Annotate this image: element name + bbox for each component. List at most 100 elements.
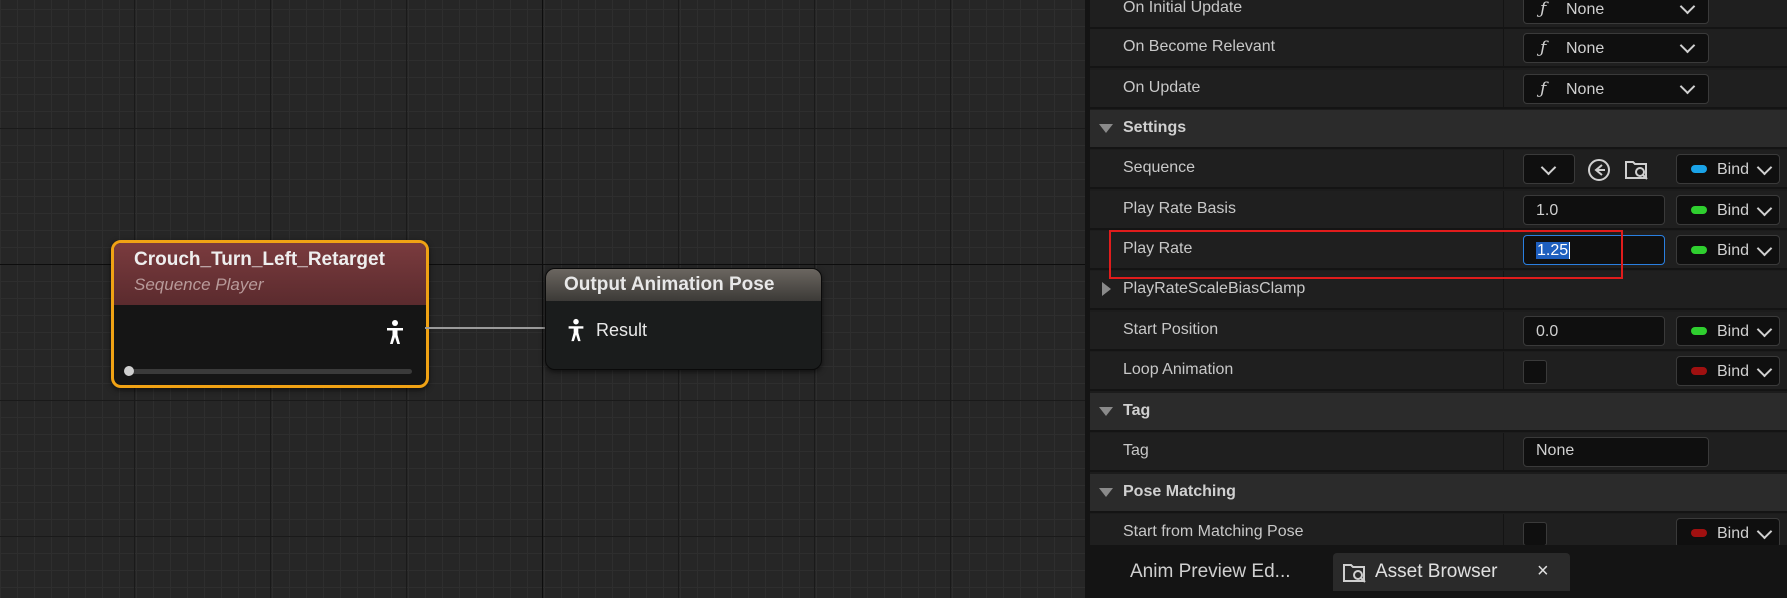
chevron-down-icon [1756,159,1773,176]
input-value: None [1536,442,1575,459]
chevron-down-icon [1679,0,1696,15]
column-divider[interactable] [1503,312,1504,351]
loop-animation-bind-button[interactable]: Bind [1676,356,1780,386]
pin-color-dot [1691,206,1707,214]
browse-asset-icon[interactable] [1624,157,1650,183]
section-pose-matching[interactable]: Pose Matching [1090,474,1787,513]
expand-arrow-icon[interactable] [1099,488,1113,497]
expand-arrow-icon[interactable] [1102,282,1111,296]
tab-label: Asset Browser [1375,561,1498,582]
on-update-combo[interactable]: ƒ None [1523,74,1709,104]
sequence-asset-picker[interactable] [1523,154,1575,184]
grid-axis-vertical [542,0,543,598]
column-divider[interactable] [1503,352,1504,391]
property-label: Play Rate Basis [1123,200,1236,217]
bind-label: Bind [1717,323,1750,340]
input-value: 0.0 [1536,323,1559,340]
text-caret [1569,242,1571,260]
loop-animation-checkbox[interactable] [1523,360,1547,384]
function-icon: ƒ [1540,0,1547,19]
expand-arrow-icon[interactable] [1099,124,1113,133]
pin-color-dot [1691,165,1707,173]
bind-label: Bind [1717,363,1750,380]
column-divider[interactable] [1503,433,1504,472]
node-header: Crouch_Turn_Left_Retarget Sequence Playe… [114,243,426,305]
node-title: Output Animation Pose [564,274,775,295]
row-sequence: Sequence Bind [1090,150,1787,189]
close-icon[interactable]: × [1537,560,1549,583]
start-position-bind-button[interactable]: Bind [1676,316,1780,346]
row-play-rate-basis: Play Rate Basis 1.0 Bind [1090,191,1787,230]
use-selected-arrow-icon[interactable] [1586,157,1612,183]
chevron-down-icon [1756,321,1773,338]
column-divider[interactable] [1503,29,1504,68]
section-tag[interactable]: Tag [1090,393,1787,432]
property-label: On Initial Update [1123,0,1243,16]
tab-anim-preview-editor[interactable]: Anim Preview Ed... [1090,553,1328,591]
node-title: Crouch_Turn_Left_Retarget [134,249,385,270]
pose-connection-wire [425,327,546,329]
pin-color-dot [1691,367,1707,375]
input-value-wrapper: 1.25 [1536,242,1571,260]
tab-asset-browser[interactable]: Asset Browser × [1333,553,1570,591]
function-icon: ƒ [1540,38,1547,58]
pin-color-dot [1691,246,1707,254]
expand-arrow-icon[interactable] [1099,407,1113,416]
anim-graph-canvas[interactable]: Crouch_Turn_Left_Retarget Sequence Playe… [0,0,1085,598]
input-value: 1.0 [1536,202,1559,219]
pose-input-pin-icon[interactable] [564,317,588,343]
row-play-rate: Play Rate 1.25 Bind [1090,231,1787,270]
on-become-relevant-combo[interactable]: ƒ None [1523,33,1709,63]
chevron-down-icon [1756,361,1773,378]
chevron-down-icon [1540,159,1557,176]
row-tag: Tag None [1090,433,1787,472]
playback-scrub-handle[interactable] [124,366,134,376]
column-divider[interactable] [1503,271,1504,310]
property-label: Start Position [1123,321,1219,338]
function-icon: ƒ [1540,79,1547,99]
sequence-player-node[interactable]: Crouch_Turn_Left_Retarget Sequence Playe… [111,240,429,388]
tag-input[interactable]: None [1523,437,1709,467]
chevron-down-icon [1679,78,1696,95]
property-label: Loop Animation [1123,361,1234,378]
play-rate-basis-bind-button[interactable]: Bind [1676,195,1780,225]
column-divider[interactable] [1503,231,1504,270]
property-label: On Become Relevant [1123,38,1276,55]
column-divider[interactable] [1503,70,1504,109]
column-divider[interactable] [1503,0,1504,29]
section-label: Settings [1123,119,1187,136]
bottom-tab-bar: Anim Preview Ed... Asset Browser × [1090,545,1787,598]
row-on-update: On Update ƒ None [1090,70,1787,109]
bind-label: Bind [1717,525,1750,542]
start-from-matching-pose-checkbox[interactable] [1523,522,1547,546]
property-label: On Update [1123,79,1201,96]
chevron-down-icon [1679,37,1696,54]
play-rate-bind-button[interactable]: Bind [1676,235,1780,265]
column-divider[interactable] [1503,150,1504,189]
pose-output-pin-icon[interactable] [382,319,408,345]
start-position-input[interactable]: 0.0 [1523,316,1665,346]
selected-text: 1.25 [1536,242,1570,259]
bind-label: Bind [1717,202,1750,219]
sequence-bind-button[interactable]: Bind [1676,154,1780,184]
column-divider[interactable] [1503,191,1504,230]
output-animation-pose-node[interactable]: Output Animation Pose Result [545,268,822,370]
on-initial-update-combo[interactable]: ƒ None [1523,0,1709,24]
section-label: Tag [1123,402,1151,419]
section-label: Pose Matching [1123,483,1236,500]
pin-color-dot [1691,327,1707,335]
play-rate-input[interactable]: 1.25 [1523,235,1665,265]
play-rate-basis-input[interactable]: 1.0 [1523,195,1665,225]
playback-progress-bar [128,369,412,374]
section-settings[interactable]: Settings [1090,110,1787,149]
combo-value: None [1566,81,1605,98]
start-from-matching-pose-bind-button[interactable]: Bind [1676,518,1780,548]
chevron-down-icon [1756,240,1773,257]
row-play-rate-scale-bias-clamp: PlayRateScaleBiasClamp [1090,271,1787,310]
bind-label: Bind [1717,161,1750,178]
row-on-initial-update: On Initial Update ƒ None [1090,0,1787,29]
node-subtitle: Sequence Player [134,275,264,294]
asset-browser-icon [1343,564,1366,583]
pin-color-dot [1691,529,1707,537]
combo-value: None [1566,40,1605,57]
